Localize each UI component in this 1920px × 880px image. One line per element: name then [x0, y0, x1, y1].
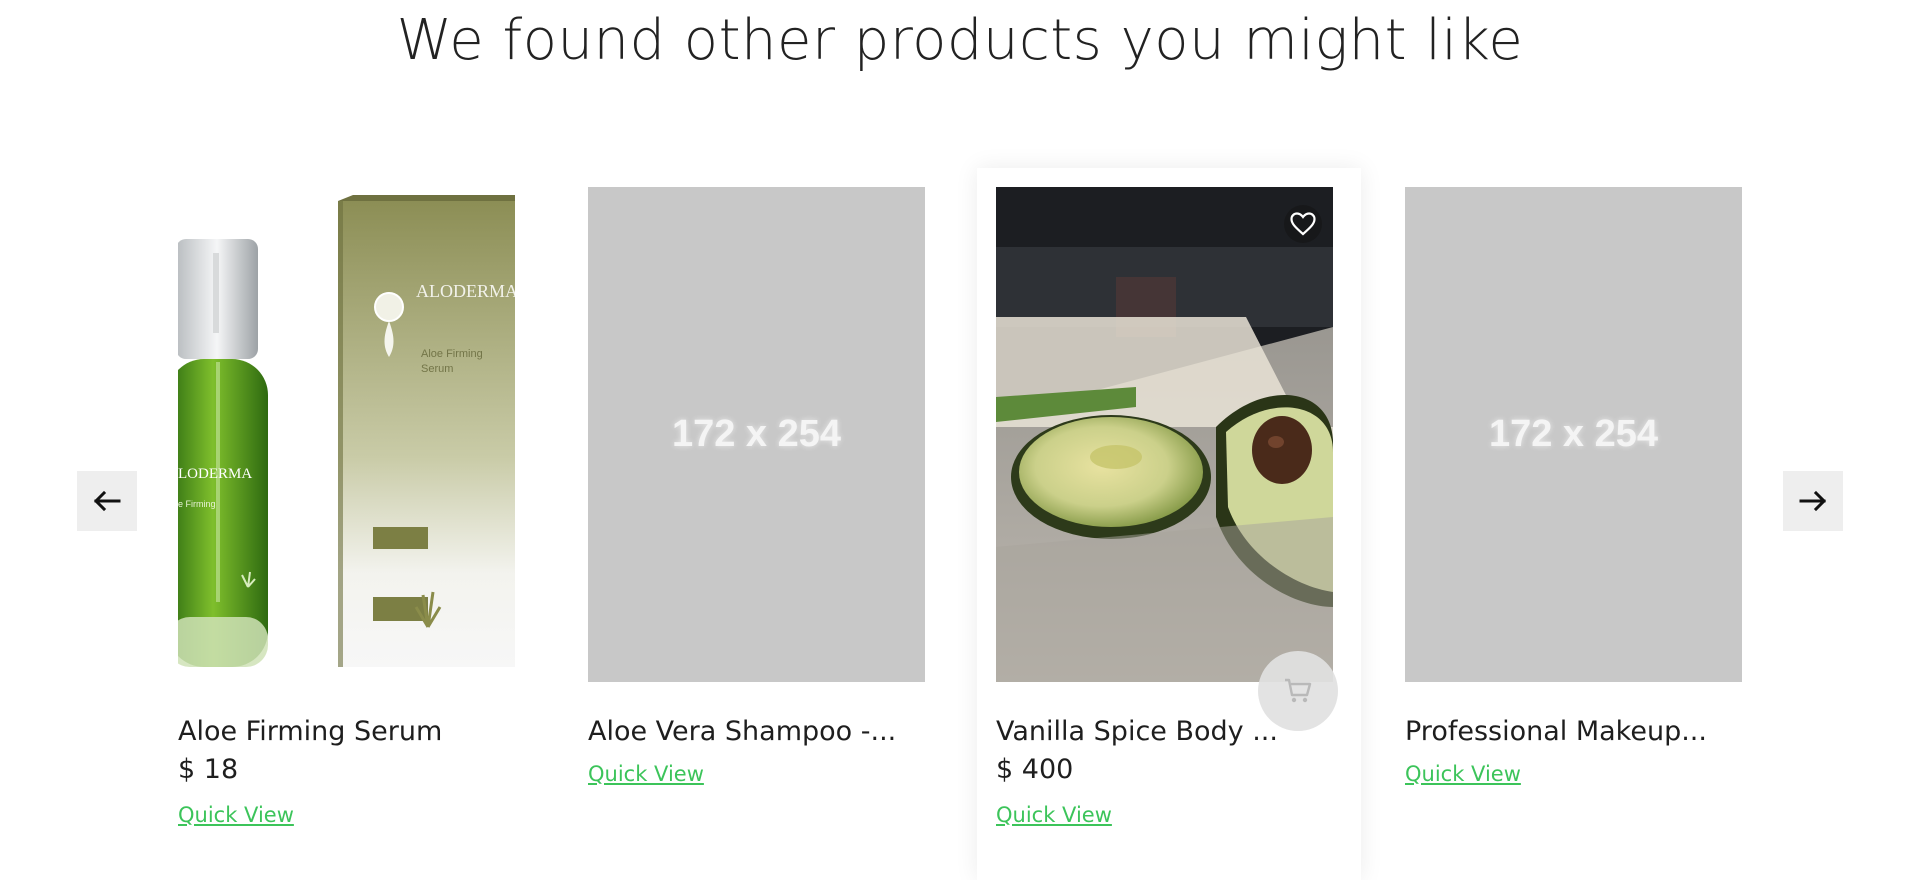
heart-icon — [1290, 212, 1316, 236]
avocado-photo — [996, 187, 1333, 682]
quick-view-link[interactable]: Quick View — [996, 803, 1112, 827]
product-image-placeholder[interactable]: 172 x 254 — [588, 187, 925, 682]
carousel-prev-button[interactable] — [77, 471, 137, 531]
product-title[interactable]: Aloe Firming Serum — [178, 716, 523, 747]
product-image-placeholder[interactable]: 172 x 254 — [1405, 187, 1742, 682]
product-title[interactable]: Vanilla Spice Body ... — [996, 716, 1341, 747]
product-image-aloe-serum[interactable]: ALODERMA Aloe Firming Serum LODERMA e Fi… — [178, 187, 515, 682]
product-card-active[interactable]: Vanilla Spice Body ... $ 400 Quick View — [977, 168, 1361, 880]
wishlist-button[interactable] — [1284, 205, 1322, 243]
product-image-avocado[interactable] — [996, 187, 1333, 682]
placeholder-label: 172 x 254 — [1488, 413, 1659, 455]
carousel-next-button[interactable] — [1783, 471, 1843, 531]
product-title[interactable]: Professional Makeup... — [1405, 716, 1750, 747]
quick-view-link[interactable]: Quick View — [588, 762, 704, 786]
shopping-cart-icon — [1285, 678, 1312, 703]
arrow-right-icon — [1799, 490, 1827, 512]
svg-text:LODERMA: LODERMA — [178, 466, 252, 482]
quick-view-link[interactable]: Quick View — [178, 803, 294, 827]
product-carousel: We found other products you might like A… — [0, 0, 1920, 880]
svg-text:Aloe Firming: Aloe Firming — [421, 348, 483, 360]
product-title[interactable]: Aloe Vera Shampoo -... — [588, 716, 933, 747]
product-card[interactable]: ALODERMA Aloe Firming Serum LODERMA e Fi… — [159, 168, 543, 880]
product-card[interactable]: 172 x 254 Professional Makeup... Quick V… — [1386, 168, 1770, 880]
svg-text:Serum: Serum — [421, 363, 453, 375]
svg-text:ALODERMA: ALODERMA — [416, 281, 515, 301]
placeholder-label: 172 x 254 — [671, 413, 842, 455]
section-heading: We found other products you might like — [396, 8, 1524, 73]
arrow-left-icon — [93, 490, 121, 512]
product-price: $ 18 — [178, 754, 239, 785]
aloe-serum-illustration: ALODERMA Aloe Firming Serum LODERMA e Fi… — [178, 195, 515, 667]
product-price: $ 400 — [996, 754, 1074, 785]
quick-view-link[interactable]: Quick View — [1405, 762, 1521, 786]
svg-text:e Firming: e Firming — [178, 499, 216, 509]
product-card[interactable]: 172 x 254 Aloe Vera Shampoo -... Quick V… — [569, 168, 953, 880]
